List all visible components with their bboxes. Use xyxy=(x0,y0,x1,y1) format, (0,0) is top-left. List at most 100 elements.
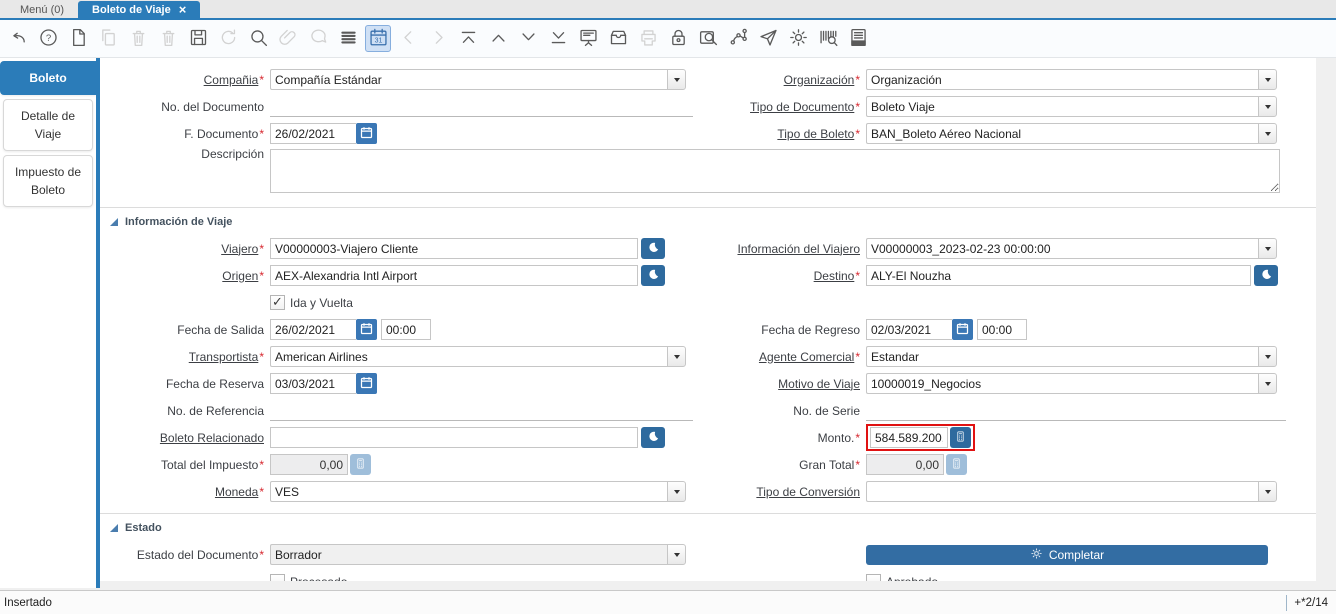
label-text-destination[interactable]: Destino xyxy=(814,269,855,283)
label-conversion-type[interactable]: Tipo de Conversión xyxy=(706,485,866,499)
processed-checkbox[interactable] xyxy=(270,574,285,581)
return-date-field[interactable] xyxy=(866,319,952,340)
label-company[interactable]: Compañia* xyxy=(100,73,270,87)
undo-button[interactable] xyxy=(5,25,31,52)
carrier-dropdown-button[interactable] xyxy=(667,346,686,367)
related-ticket-field[interactable] xyxy=(270,427,638,448)
label-text-company[interactable]: Compañia xyxy=(204,73,259,87)
booking-date-field[interactable] xyxy=(270,373,356,394)
company-dropdown-button[interactable] xyxy=(667,69,686,90)
label-text-document-type[interactable]: Tipo de Documento xyxy=(750,100,854,114)
new-record-button[interactable] xyxy=(65,25,91,52)
label-sales-agent[interactable]: Agente Comercial* xyxy=(706,350,866,364)
traveler-info-dropdown-button[interactable] xyxy=(1258,238,1277,259)
sidebar-tab-detalle-de-viaje[interactable]: Detalle de Viaje xyxy=(3,99,93,151)
label-text-related-ticket[interactable]: Boleto Relacionado xyxy=(160,431,264,445)
calendar-button[interactable]: 31 xyxy=(365,25,391,52)
label-ticket-type[interactable]: Tipo de Boleto* xyxy=(706,127,866,141)
label-text-carrier[interactable]: Transportista xyxy=(189,350,259,364)
find-button[interactable] xyxy=(245,25,271,52)
label-currency[interactable]: Moneda* xyxy=(100,485,270,499)
destination-search-button[interactable] xyxy=(1254,265,1278,286)
traveler-info-field[interactable] xyxy=(866,238,1258,259)
close-icon[interactable]: × xyxy=(179,5,187,15)
organization-field[interactable] xyxy=(866,69,1258,90)
label-organization[interactable]: Organización* xyxy=(706,73,866,87)
product-info-button[interactable] xyxy=(815,25,841,52)
round-trip-checkbox[interactable]: ✓ xyxy=(270,295,285,310)
complete-button[interactable]: Completar xyxy=(866,545,1268,565)
reference-no-field[interactable] xyxy=(270,401,693,421)
save-button[interactable] xyxy=(185,25,211,52)
description-field[interactable] xyxy=(270,149,1280,193)
doc-status-dropdown-button[interactable] xyxy=(667,544,686,565)
label-text-organization[interactable]: Organización xyxy=(784,73,855,87)
sidebar-tab-boleto[interactable]: Boleto xyxy=(0,61,96,95)
label-document-type[interactable]: Tipo de Documento* xyxy=(706,100,866,114)
approved-checkbox[interactable] xyxy=(866,574,881,581)
label-text-conversion-type[interactable]: Tipo de Conversión xyxy=(756,485,860,499)
label-related-ticket[interactable]: Boleto Relacionado xyxy=(100,431,270,445)
sidebar-tab-impuesto-de-boleto[interactable]: Impuesto de Boleto xyxy=(3,155,93,207)
workflow-button[interactable] xyxy=(725,25,751,52)
previous-record-button[interactable] xyxy=(485,25,511,52)
company-field[interactable] xyxy=(270,69,667,90)
label-text-traveler-info[interactable]: Información del Viajero xyxy=(737,242,860,256)
sales-agent-field[interactable] xyxy=(866,346,1258,367)
toggle-grid-button[interactable] xyxy=(335,25,361,52)
collapse-icon[interactable] xyxy=(110,524,118,532)
label-text-traveler[interactable]: Viajero xyxy=(221,242,258,256)
help-button[interactable]: ? xyxy=(35,25,61,52)
last-record-button[interactable] xyxy=(545,25,571,52)
origin-search-button[interactable] xyxy=(641,265,665,286)
ticket-type-field[interactable] xyxy=(866,123,1258,144)
document-type-field[interactable] xyxy=(866,96,1258,117)
section-header[interactable]: Información de Viaje xyxy=(100,208,1316,235)
carrier-field[interactable] xyxy=(270,346,667,367)
label-text-origin[interactable]: Origen xyxy=(222,269,258,283)
export-send-button[interactable] xyxy=(755,25,781,52)
label-text-ticket-type[interactable]: Tipo de Boleto xyxy=(777,127,854,141)
serial-no-field[interactable] xyxy=(866,401,1286,421)
label-origin[interactable]: Origen* xyxy=(100,269,270,283)
currency-dropdown-button[interactable] xyxy=(667,481,686,502)
label-travel-reason[interactable]: Motivo de Viaje xyxy=(706,377,866,391)
section-header[interactable]: Estado xyxy=(100,514,1316,541)
doc-status-field[interactable] xyxy=(270,544,667,565)
amount-calculator-button[interactable] xyxy=(950,427,971,448)
document-type-dropdown-button[interactable] xyxy=(1258,96,1277,117)
ticket-type-dropdown-button[interactable] xyxy=(1258,123,1277,144)
return-date-calendar-button[interactable] xyxy=(952,319,973,340)
label-text-travel-reason[interactable]: Motivo de Viaje xyxy=(778,377,860,391)
origin-field[interactable] xyxy=(270,265,638,286)
record-info-button[interactable] xyxy=(695,25,721,52)
label-carrier[interactable]: Transportista* xyxy=(100,350,270,364)
label-traveler[interactable]: Viajero* xyxy=(100,242,270,256)
window-tab-boleto-de-viaje[interactable]: Boleto de Viaje× xyxy=(78,1,200,18)
organization-dropdown-button[interactable] xyxy=(1258,69,1277,90)
sales-agent-dropdown-button[interactable] xyxy=(1258,346,1277,367)
amount-field[interactable] xyxy=(870,427,948,448)
report-button[interactable] xyxy=(575,25,601,52)
archive-button[interactable] xyxy=(605,25,631,52)
related-ticket-search-button[interactable] xyxy=(641,427,665,448)
document-no-field[interactable] xyxy=(270,97,693,117)
window-tab-men-0-[interactable]: Menú (0) xyxy=(6,1,78,18)
preferences-button[interactable] xyxy=(785,25,811,52)
first-record-button[interactable] xyxy=(455,25,481,52)
travel-reason-dropdown-button[interactable] xyxy=(1258,373,1277,394)
document-date-calendar-button[interactable] xyxy=(356,123,377,144)
report-window-button[interactable] xyxy=(845,25,871,52)
next-record-button[interactable] xyxy=(515,25,541,52)
collapse-icon[interactable] xyxy=(110,218,118,226)
departure-date-calendar-button[interactable] xyxy=(356,319,377,340)
travel-reason-field[interactable] xyxy=(866,373,1258,394)
departure-date-time-field[interactable] xyxy=(381,319,431,340)
document-date-field[interactable] xyxy=(270,123,356,144)
traveler-search-button[interactable] xyxy=(641,238,665,259)
destination-field[interactable] xyxy=(866,265,1251,286)
label-destination[interactable]: Destino* xyxy=(706,269,866,283)
label-text-sales-agent[interactable]: Agente Comercial xyxy=(759,350,854,364)
label-traveler-info[interactable]: Información del Viajero xyxy=(706,242,866,256)
lock-button[interactable] xyxy=(665,25,691,52)
